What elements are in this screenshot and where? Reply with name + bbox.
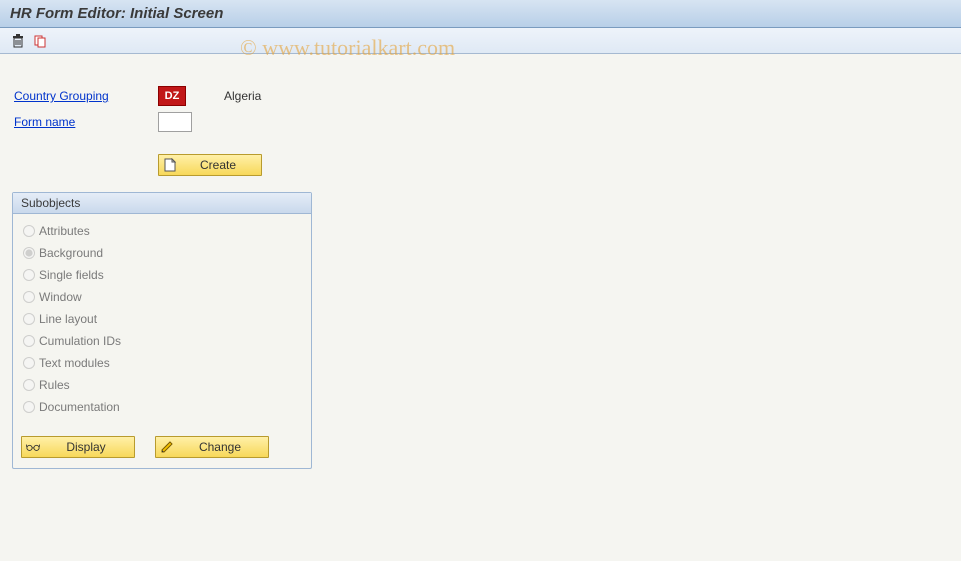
create-button[interactable]: Create <box>158 154 262 176</box>
subobject-radio-row[interactable]: Line layout <box>23 308 301 330</box>
subobject-label: Documentation <box>39 400 120 414</box>
country-grouping-row: Country Grouping DZ Algeria <box>12 84 949 108</box>
subobject-label: Attributes <box>39 224 90 238</box>
subobject-radio[interactable] <box>23 401 35 413</box>
subobjects-body: Attributes Background Single fields Window L… <box>13 214 311 428</box>
subobject-radio-row[interactable]: Rules <box>23 374 301 396</box>
subobject-radio-row[interactable]: Cumulation IDs <box>23 330 301 352</box>
subobject-radio-row[interactable]: Window <box>23 286 301 308</box>
new-document-icon <box>163 158 177 172</box>
subobject-radio[interactable] <box>23 269 35 281</box>
form-name-label[interactable]: Form name <box>12 115 158 129</box>
subobjects-groupbox: Subobjects Attributes Background Single fi… <box>12 192 312 469</box>
glasses-icon <box>26 440 40 454</box>
subobjects-actions: Display Change <box>13 428 311 468</box>
page-title: HR Form Editor: Initial Screen <box>10 5 223 22</box>
subobject-radio-row[interactable]: Documentation <box>23 396 301 418</box>
title-bar: HR Form Editor: Initial Screen <box>0 0 961 28</box>
pencil-icon <box>160 440 174 454</box>
subobject-label: Text modules <box>39 356 110 370</box>
country-grouping-description: Algeria <box>224 89 261 103</box>
copy-icon[interactable] <box>32 33 48 49</box>
subobject-radio-row[interactable]: Background <box>23 242 301 264</box>
subobject-label: Window <box>39 290 82 304</box>
display-button-label: Display <box>48 440 124 454</box>
subobject-radio[interactable] <box>23 335 35 347</box>
country-grouping-label[interactable]: Country Grouping <box>12 89 158 103</box>
subobject-radio-row[interactable]: Single fields <box>23 264 301 286</box>
form-name-row: Form name <box>12 110 949 134</box>
country-grouping-input[interactable]: DZ <box>158 86 186 106</box>
subobject-label: Background <box>39 246 103 260</box>
subobject-radio[interactable] <box>23 225 35 237</box>
form-name-input[interactable] <box>158 112 192 132</box>
subobjects-title: Subobjects <box>13 193 311 214</box>
subobject-radio[interactable] <box>23 247 35 259</box>
toolbar <box>0 28 961 54</box>
subobject-radio[interactable] <box>23 291 35 303</box>
content-area: Country Grouping DZ Algeria Form name Cr… <box>0 54 961 561</box>
subobject-label: Rules <box>39 378 70 392</box>
subobject-radio-row[interactable]: Text modules <box>23 352 301 374</box>
subobject-label: Cumulation IDs <box>39 334 121 348</box>
subobject-radio[interactable] <box>23 379 35 391</box>
create-button-label: Create <box>185 158 251 172</box>
subobject-label: Single fields <box>39 268 104 282</box>
subobject-radio[interactable] <box>23 357 35 369</box>
subobject-radio-row[interactable]: Attributes <box>23 220 301 242</box>
subobject-radio[interactable] <box>23 313 35 325</box>
change-button[interactable]: Change <box>155 436 269 458</box>
subobject-label: Line layout <box>39 312 97 326</box>
display-button[interactable]: Display <box>21 436 135 458</box>
delete-icon[interactable] <box>10 33 26 49</box>
change-button-label: Change <box>182 440 258 454</box>
